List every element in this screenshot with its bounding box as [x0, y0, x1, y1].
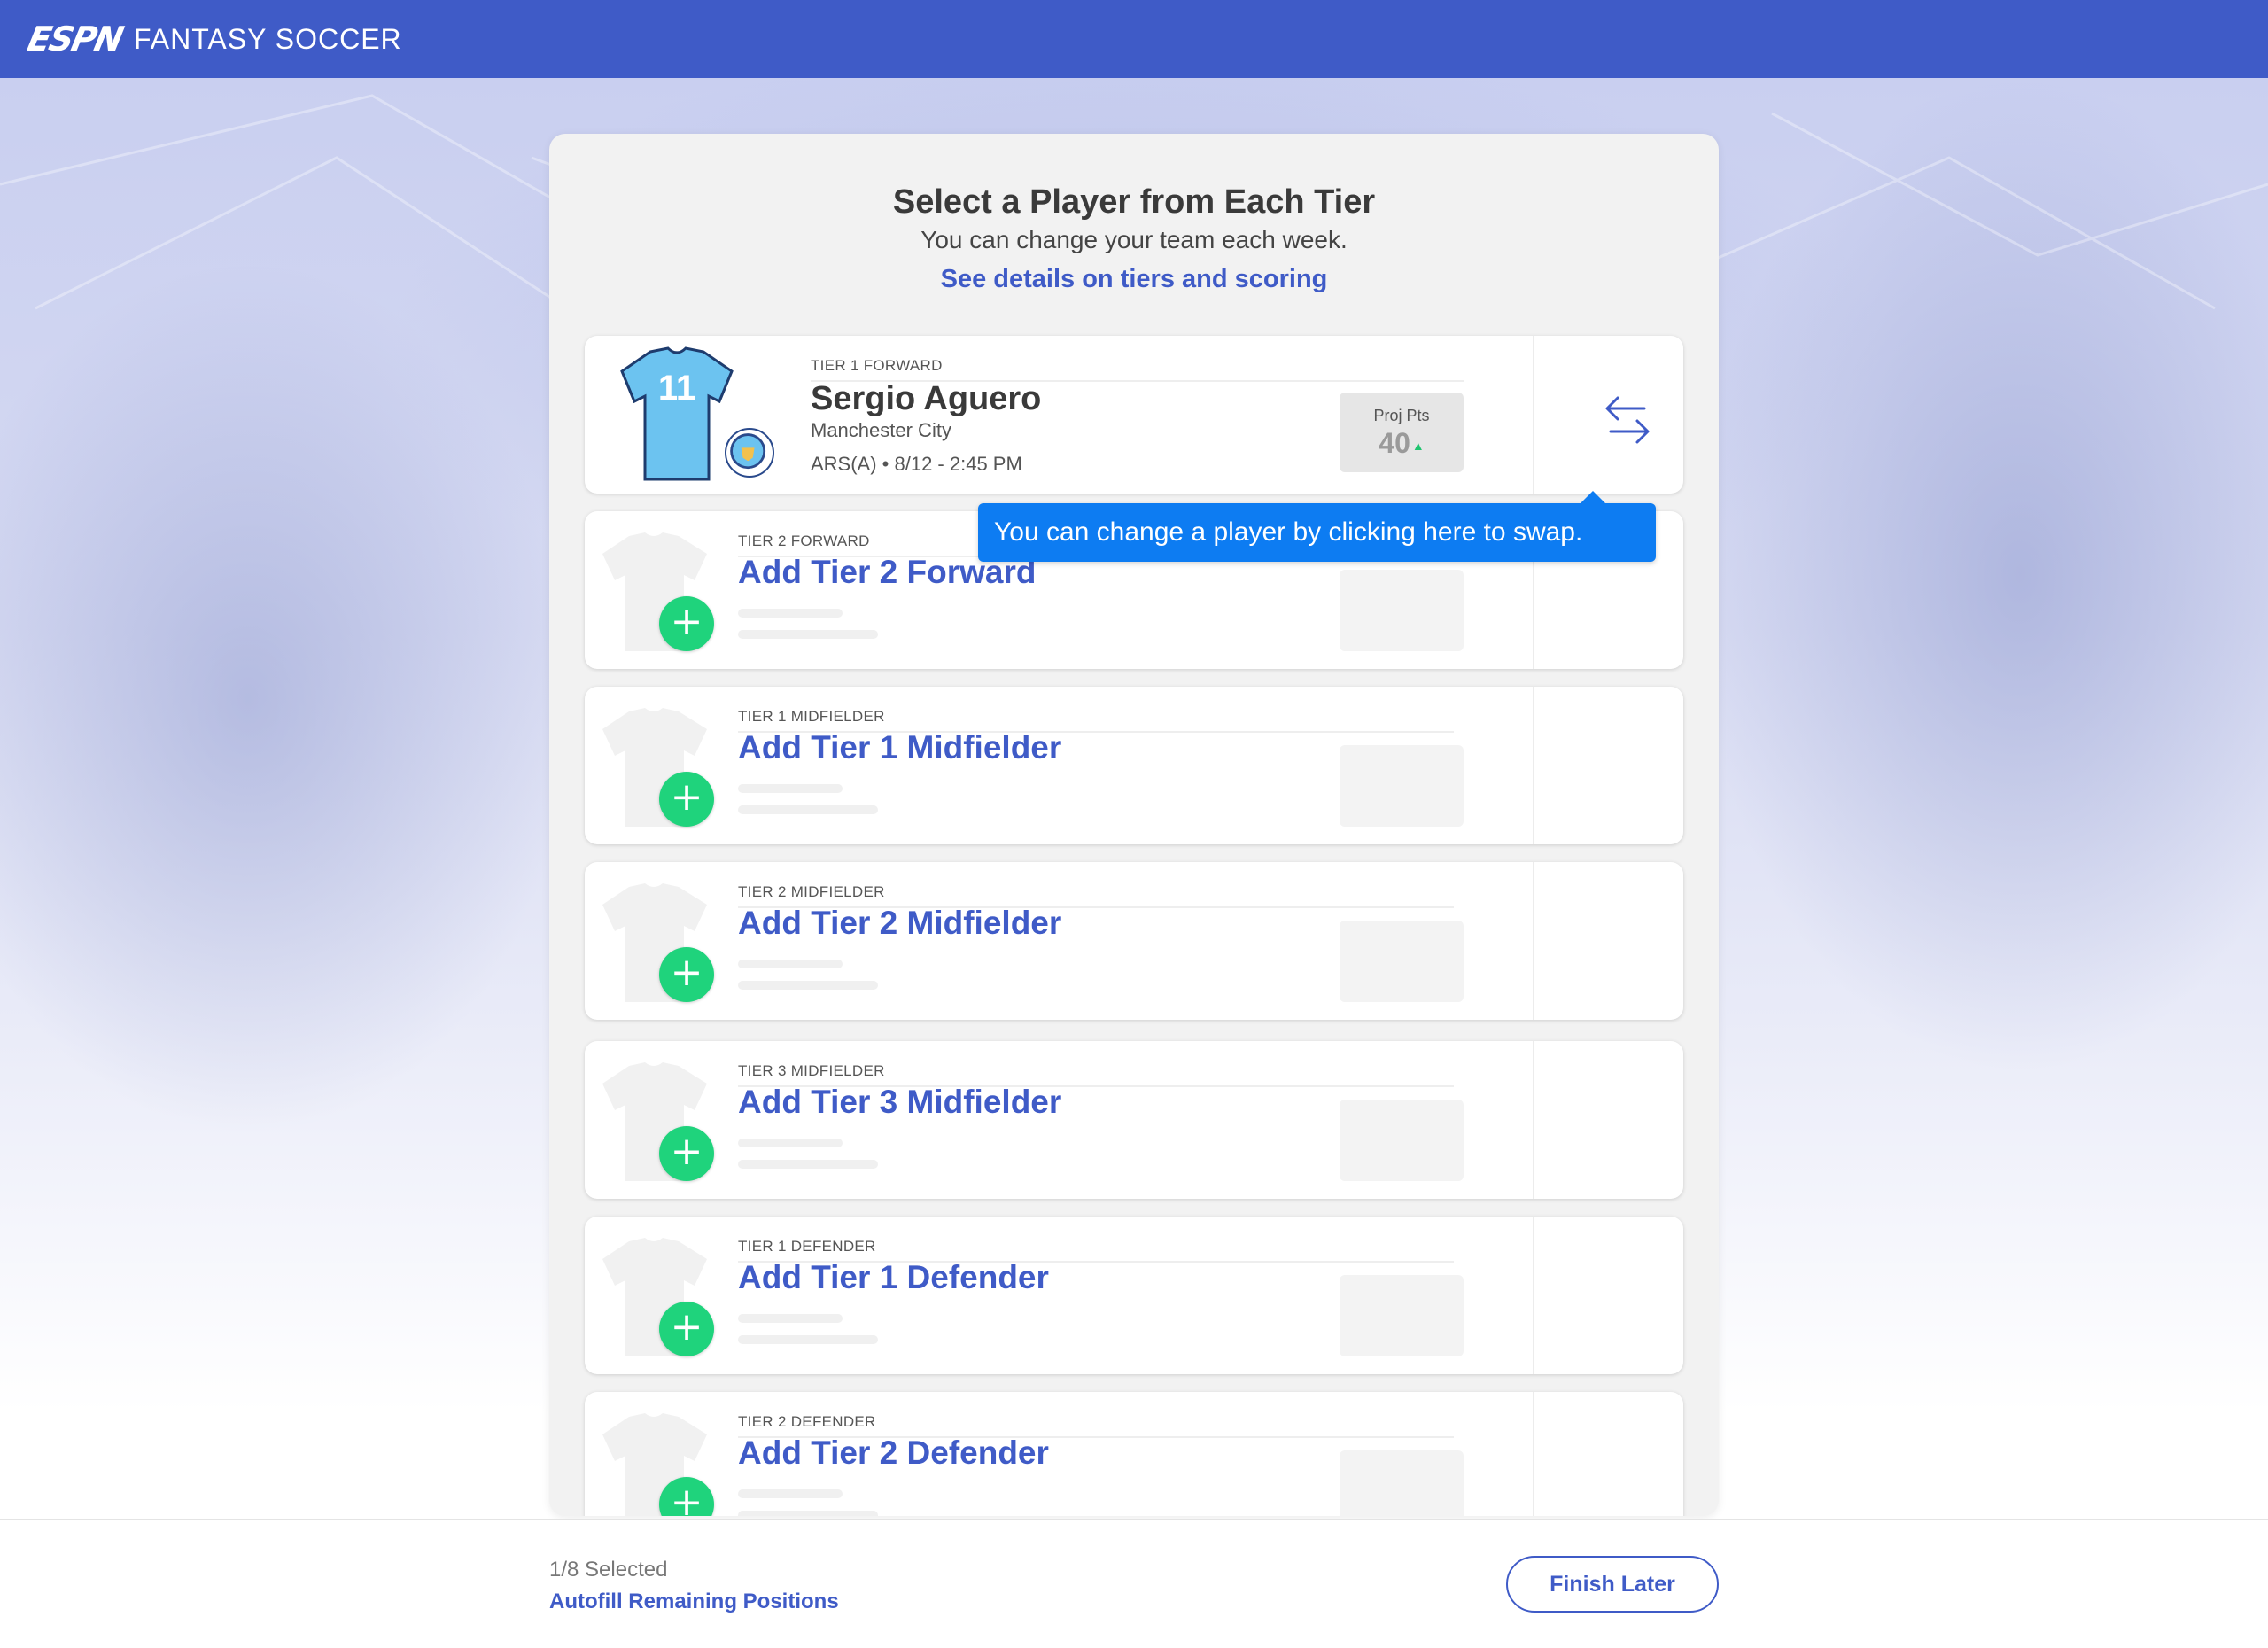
tier-label: TIER 3 MIDFIELDER: [738, 1062, 885, 1079]
shirt-number: 11: [658, 369, 695, 408]
player-team: Manchester City: [811, 419, 951, 441]
row-divider: [1533, 862, 1534, 1020]
proj-pts-label: Proj Pts: [1373, 407, 1430, 424]
text-placeholder: [738, 784, 843, 793]
team-selection-card: Select a Player from Each Tier You can c…: [549, 134, 1719, 1516]
add-player-link[interactable]: Add Tier 2 Midfielder: [738, 905, 1061, 942]
row-divider: [1533, 336, 1534, 494]
points-placeholder: [1340, 745, 1464, 827]
projected-points-box: Proj Pts 40 ▲: [1340, 393, 1464, 472]
empty-slot-row[interactable]: + TIER 1 MIDFIELDER Add Tier 1 Midfielder: [585, 687, 1683, 844]
swap-arrows-icon[interactable]: [1604, 394, 1651, 446]
add-player-button[interactable]: +: [659, 1126, 714, 1181]
tier-label: TIER 2 FORWARD: [738, 532, 870, 549]
text-placeholder: [738, 1314, 843, 1323]
row-divider: [1533, 687, 1534, 844]
espn-logo[interactable]: ESPN: [24, 19, 125, 58]
empty-slot-row[interactable]: + TIER 3 MIDFIELDER Add Tier 3 Midfielder: [585, 1041, 1683, 1199]
tier-label: TIER 1 DEFENDER: [738, 1238, 876, 1255]
text-placeholder: [738, 1139, 843, 1147]
player-match-info: ARS(A) • 8/12 - 2:45 PM: [811, 453, 1022, 475]
trend-up-icon: ▲: [1411, 438, 1425, 453]
page-title: Select a Player from Each Tier: [892, 183, 1376, 221]
text-placeholder: [738, 805, 878, 814]
add-player-link[interactable]: Add Tier 1 Defender: [738, 1259, 1049, 1296]
text-placeholder: [738, 981, 878, 990]
footer-bar: 1/8 Selected Autofill Remaining Position…: [0, 1519, 2268, 1648]
player-slot-tier1-forward[interactable]: 11 TIER 1 FORWARD Sergio Aguero Manchest…: [585, 336, 1683, 494]
add-player-button[interactable]: +: [659, 1302, 714, 1356]
selected-count: 1/8 Selected: [549, 1558, 668, 1582]
points-placeholder: [1340, 1275, 1464, 1356]
empty-slot-row[interactable]: + TIER 2 MIDFIELDER Add Tier 2 Midfielder: [585, 862, 1683, 1020]
jersey-icon: 11: [620, 346, 734, 481]
swap-tooltip: You can change a player by clicking here…: [978, 491, 1656, 562]
row-divider: [1533, 1217, 1534, 1374]
empty-slot-row[interactable]: + TIER 2 DEFENDER Add Tier 2 Defender: [585, 1392, 1683, 1516]
row-divider: [1533, 1041, 1534, 1199]
finish-later-button[interactable]: Finish Later: [1506, 1556, 1719, 1613]
add-player-link[interactable]: Add Tier 1 Midfielder: [738, 729, 1061, 766]
text-placeholder: [738, 630, 878, 639]
add-player-button[interactable]: +: [659, 596, 714, 651]
points-placeholder: [1340, 1450, 1464, 1516]
page-subtitle: You can change your team each week.: [920, 226, 1348, 253]
points-placeholder: [1340, 921, 1464, 1002]
app-title: FANTASY SOCCER: [133, 22, 402, 55]
text-placeholder: [738, 609, 843, 618]
points-placeholder: [1340, 570, 1464, 651]
text-placeholder: [738, 1160, 878, 1169]
points-placeholder: [1340, 1100, 1464, 1181]
empty-slot-row[interactable]: + TIER 1 DEFENDER Add Tier 1 Defender: [585, 1217, 1683, 1374]
tier-label: TIER 1 FORWARD: [811, 357, 943, 374]
text-placeholder: [738, 1489, 843, 1498]
add-player-link[interactable]: Add Tier 3 Midfielder: [738, 1084, 1061, 1121]
proj-pts-value: 40 ▲: [1340, 427, 1464, 460]
club-crest-icon: [725, 428, 774, 478]
proj-pts-number: 40: [1379, 427, 1410, 459]
player-name[interactable]: Sergio Aguero: [811, 380, 1041, 418]
add-player-button[interactable]: +: [659, 947, 714, 1002]
add-player-button[interactable]: +: [659, 772, 714, 827]
tier-label: TIER 2 MIDFIELDER: [738, 883, 885, 900]
top-bar: ESPN FANTASY SOCCER: [0, 0, 2268, 78]
tier-label: TIER 2 DEFENDER: [738, 1413, 876, 1430]
tiers-details-link[interactable]: See details on tiers and scoring: [549, 265, 1719, 294]
autofill-link[interactable]: Autofill Remaining Positions: [549, 1590, 839, 1614]
tier-label: TIER 1 MIDFIELDER: [738, 708, 885, 725]
text-placeholder: [738, 960, 843, 968]
add-player-link[interactable]: Add Tier 2 Defender: [738, 1434, 1049, 1472]
text-placeholder: [738, 1511, 878, 1516]
row-divider: [1533, 1392, 1534, 1516]
text-placeholder: [738, 1335, 878, 1344]
